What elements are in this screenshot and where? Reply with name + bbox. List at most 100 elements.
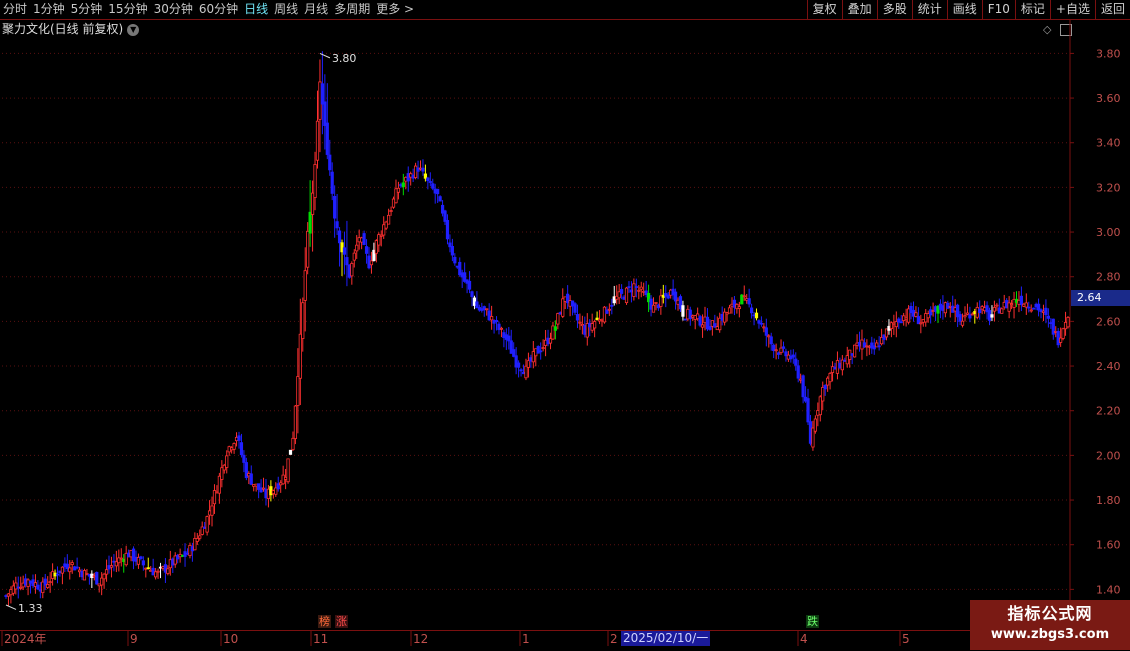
- candle-body: [448, 242, 452, 248]
- candle-body: [286, 458, 290, 483]
- candle-body: [875, 342, 879, 348]
- candle-body: [114, 561, 118, 567]
- candle-body: [97, 583, 101, 587]
- candle-body: [301, 302, 305, 339]
- candle-body: [77, 569, 82, 573]
- candle-body: [1000, 308, 1004, 314]
- candle-body: [573, 303, 577, 313]
- candle-body: [882, 334, 886, 340]
- candle-body: [602, 306, 607, 323]
- candle-body: [723, 311, 727, 323]
- candle-body: [941, 305, 945, 312]
- candle-body: [247, 473, 251, 477]
- flag-bang[interactable]: 榜: [318, 615, 331, 628]
- candle-body: [453, 256, 457, 264]
- candle-body: [60, 566, 65, 574]
- candle-body: [205, 516, 209, 533]
- candle-body: [41, 581, 45, 594]
- candle-body: [978, 308, 982, 314]
- candle-body: [924, 313, 928, 323]
- candle-body: [497, 323, 501, 331]
- candle-body: [43, 578, 47, 586]
- candle-body: [347, 264, 351, 278]
- candle-body: [1044, 307, 1048, 315]
- candle-body: [659, 295, 663, 307]
- candle-body: [6, 593, 11, 597]
- candle-body: [266, 488, 271, 499]
- candle-body: [855, 342, 859, 346]
- candle-body: [681, 305, 685, 317]
- flag-die[interactable]: 跌: [806, 615, 819, 628]
- candle-body: [200, 526, 204, 535]
- candle-body: [693, 315, 697, 320]
- candle-body: [276, 483, 280, 490]
- candle-body: [742, 295, 746, 298]
- candle-body: [543, 339, 548, 346]
- candle-body: [367, 255, 371, 269]
- candle-body: [85, 573, 89, 575]
- candle-body: [703, 316, 707, 324]
- candle-body: [310, 192, 315, 215]
- candle-body: [293, 405, 298, 439]
- candle-body: [185, 552, 190, 555]
- high-label: 3.80: [332, 52, 357, 65]
- candle-body: [561, 298, 565, 317]
- candle-body: [512, 349, 516, 357]
- candle-body: [14, 582, 18, 590]
- candle-body: [997, 307, 1001, 314]
- candle-body: [1066, 317, 1070, 328]
- candle-body: [956, 304, 960, 318]
- candle-body: [823, 385, 827, 390]
- candle-body: [590, 323, 594, 331]
- candle-body: [919, 322, 923, 325]
- candle-body: [362, 233, 366, 245]
- candle-body: [838, 362, 842, 369]
- candle-body: [330, 171, 334, 194]
- candle-body: [315, 120, 320, 161]
- candle-body: [458, 261, 462, 276]
- candle-body: [973, 311, 977, 314]
- candle-body: [146, 567, 150, 570]
- candle-body: [409, 173, 413, 178]
- candle-body: [669, 289, 673, 296]
- candle-body: [610, 304, 614, 307]
- candle-body: [789, 355, 793, 360]
- candle-body: [352, 252, 356, 261]
- candle-body: [494, 319, 499, 323]
- candle-body: [853, 344, 857, 358]
- candle-body: [781, 346, 786, 349]
- low-marker: [5, 604, 17, 610]
- candle-body: [580, 323, 584, 327]
- candle-body: [259, 487, 263, 493]
- candle-body: [139, 556, 143, 559]
- candle-body: [879, 337, 884, 345]
- candle-body: [490, 316, 494, 321]
- candle-body: [335, 221, 339, 229]
- candle-body: [438, 196, 442, 202]
- y-tick-label: 3.20: [1096, 181, 1121, 194]
- candle-body: [225, 455, 229, 468]
- candle-body: [553, 326, 557, 331]
- candle-body: [75, 566, 79, 569]
- candlestick-chart[interactable]: 3.80 3.60 3.40 3.20 3.00 2.80 2.60 2.40 2.20 2.00…: [0, 0, 1130, 650]
- candle-body: [70, 562, 74, 565]
- candle-body: [526, 360, 531, 368]
- candle-body: [624, 287, 629, 304]
- candle-body: [754, 312, 759, 319]
- candle-body: [862, 342, 867, 348]
- candle-body: [1059, 337, 1063, 343]
- candle-body: [55, 573, 60, 576]
- candle-body: [472, 297, 477, 306]
- candle-body: [929, 309, 933, 316]
- candle-body: [943, 302, 947, 314]
- candle-body: [112, 560, 116, 563]
- candle-body: [750, 307, 754, 314]
- candle-body: [958, 314, 962, 322]
- flag-zhang[interactable]: 涨: [335, 615, 348, 628]
- candle-body: [477, 307, 481, 311]
- candle-body: [779, 347, 783, 354]
- candle-body: [168, 559, 172, 569]
- candle-body: [406, 173, 410, 182]
- candle-body: [786, 354, 790, 360]
- y-tick-label: 3.60: [1096, 92, 1121, 105]
